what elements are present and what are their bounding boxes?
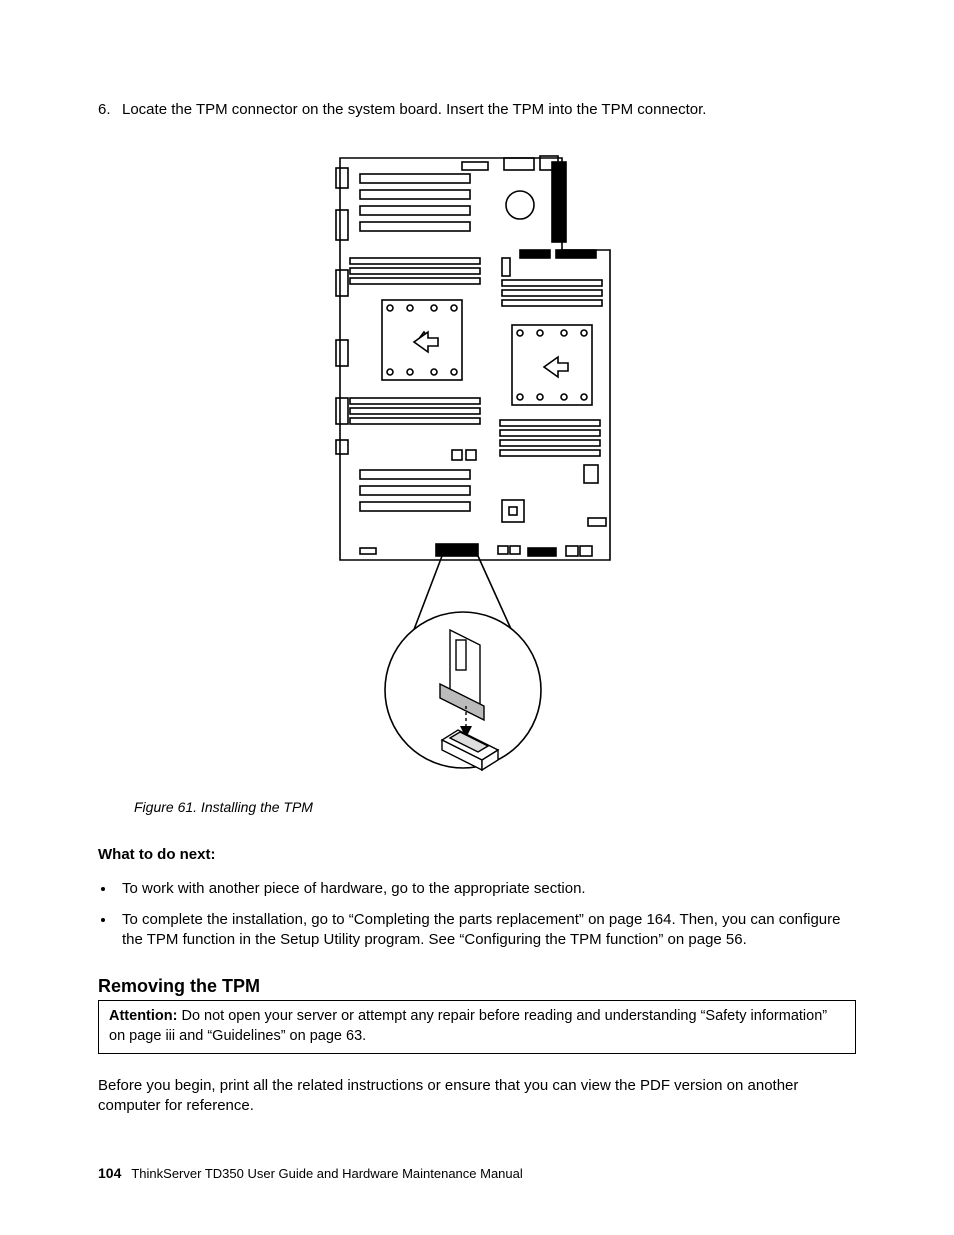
list-item: To work with another piece of hardware, … [116, 879, 856, 899]
section-heading: Removing the TPM [98, 974, 856, 998]
step-text: Locate the TPM connector on the system b… [122, 100, 706, 120]
page-number: 104 [98, 1165, 121, 1181]
motherboard-diagram [332, 150, 622, 780]
page-footer: 104 ThinkServer TD350 User Guide and Hard… [98, 1164, 523, 1183]
what-next-heading: What to do next: [98, 845, 856, 865]
step-number: 6. [98, 100, 122, 120]
attention-text: Do not open your server or attempt any r… [109, 1008, 827, 1044]
attention-box: Attention: Do not open your server or at… [98, 1000, 856, 1053]
figure-illustration [98, 150, 856, 780]
numbered-step: 6. Locate the TPM connector on the syste… [98, 100, 856, 120]
figure-caption: Figure 61. Installing the TPM [134, 798, 856, 817]
what-next-list: To work with another piece of hardware, … [98, 879, 856, 950]
list-item: To complete the installation, go to “Com… [116, 910, 856, 951]
section-intro: Before you begin, print all the related … [98, 1076, 856, 1117]
attention-label: Attention: [109, 1008, 177, 1024]
footer-title: ThinkServer TD350 User Guide and Hardwar… [131, 1166, 522, 1181]
